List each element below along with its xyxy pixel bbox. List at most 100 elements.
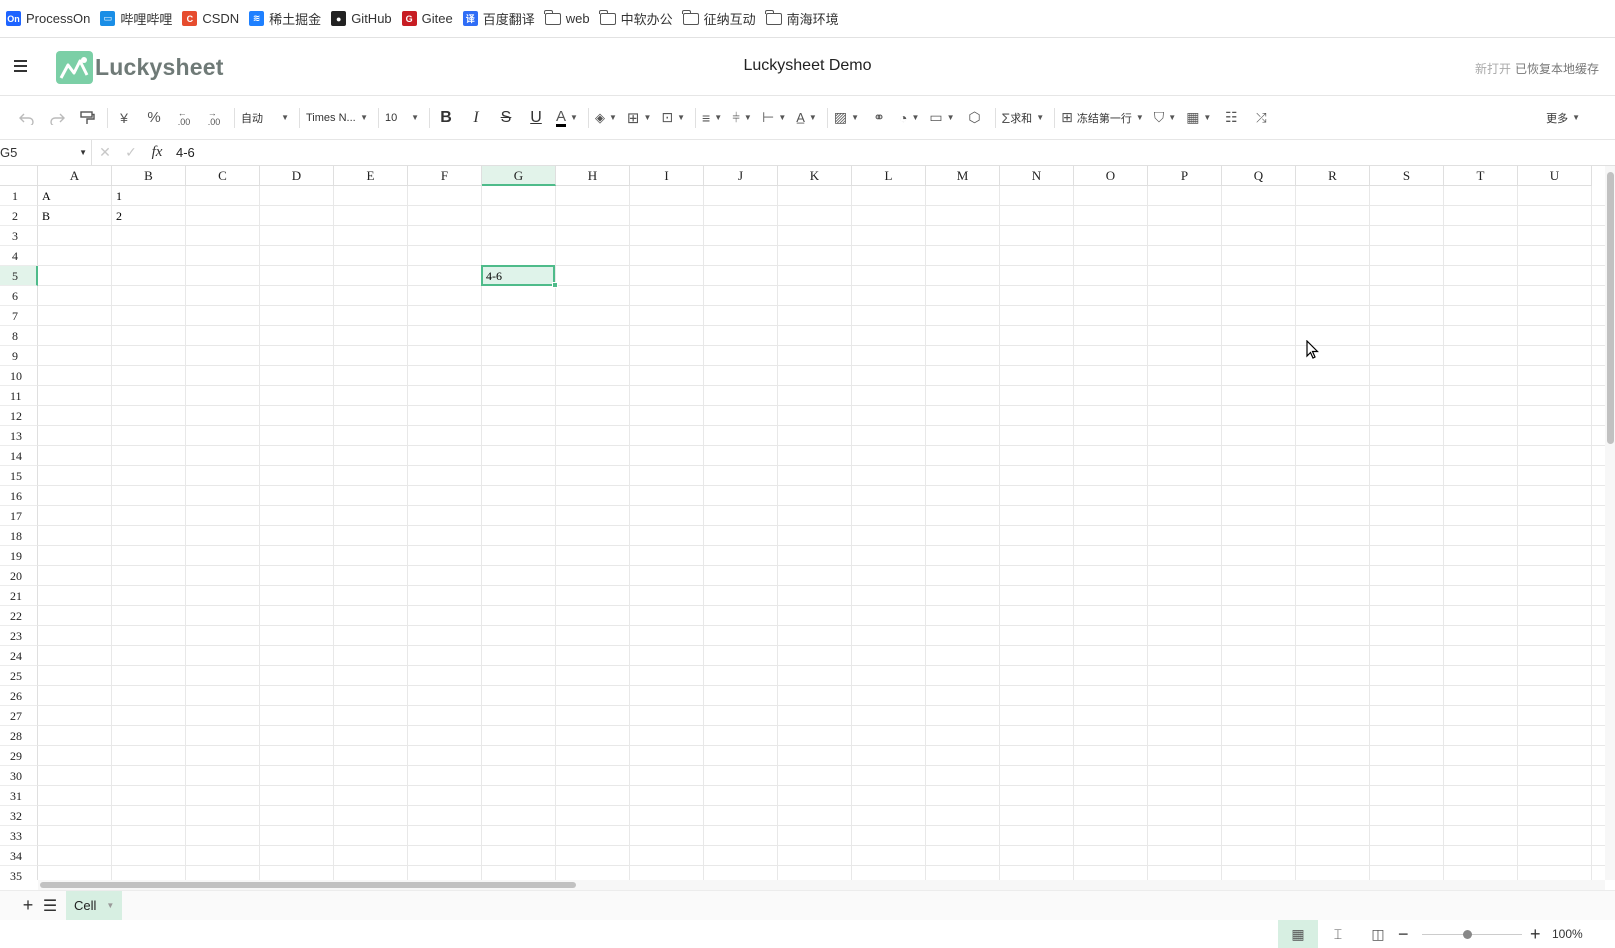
row-header-33[interactable]: 33 [0, 826, 38, 846]
row-header-31[interactable]: 31 [0, 786, 38, 806]
column-header-I[interactable]: I [630, 166, 704, 186]
row-header-19[interactable]: 19 [0, 546, 38, 566]
row-header-30[interactable]: 30 [0, 766, 38, 786]
column-header-S[interactable]: S [1370, 166, 1444, 186]
sum-button[interactable]: Σ 求和 ▼ [999, 104, 1048, 132]
cell-A2[interactable]: B [38, 206, 112, 226]
row-header-23[interactable]: 23 [0, 626, 38, 646]
currency-format-button[interactable]: ¥ [111, 104, 137, 132]
row-header-11[interactable]: 11 [0, 386, 38, 406]
decrease-decimal-button[interactable]: ← .00 [171, 104, 197, 132]
cell-G5[interactable]: 4-6 [482, 266, 556, 286]
number-format-dropdown[interactable]: 自动 ▼ [238, 104, 292, 132]
row-header-8[interactable]: 8 [0, 326, 38, 346]
document-title[interactable]: Luckysheet Demo [0, 57, 1615, 75]
column-header-J[interactable]: J [704, 166, 778, 186]
sheet-list-button[interactable]: ☰ [40, 896, 60, 916]
add-sheet-button[interactable]: + [18, 895, 38, 916]
bookmark-0[interactable]: On ProcessOn [4, 0, 98, 38]
column-header-P[interactable]: P [1148, 166, 1222, 186]
column-header-A[interactable]: A [38, 166, 112, 186]
row-header-18[interactable]: 18 [0, 526, 38, 546]
column-header-E[interactable]: E [334, 166, 408, 186]
vertical-scroll-thumb[interactable] [1607, 172, 1614, 444]
row-header-12[interactable]: 12 [0, 406, 38, 426]
spreadsheet-grid[interactable]: ABCDEFGHIJKLMNOPQRSTU 1 2 3 4 5 6 7 8 9 10 11 12 13 1… [0, 166, 1605, 880]
more-button[interactable]: 更多 ▼ [1543, 104, 1583, 132]
normal-view-button[interactable]: ▦ [1278, 920, 1318, 948]
row-header-32[interactable]: 32 [0, 806, 38, 826]
row-header-9[interactable]: 9 [0, 346, 38, 366]
row-header-29[interactable]: 29 [0, 746, 38, 766]
row-header-2[interactable]: 2 [0, 206, 38, 226]
vertical-align-button[interactable]: ⫩ ▼ [729, 104, 755, 132]
insert-link-button[interactable]: ⚭ [866, 104, 892, 132]
cell-A1[interactable]: A [38, 186, 112, 206]
freeze-button[interactable]: ⊞ 冻结第一行 ▼ [1058, 104, 1147, 132]
row-header-16[interactable]: 16 [0, 486, 38, 506]
column-header-F[interactable]: F [408, 166, 482, 186]
font-family-dropdown[interactable]: Times N... ▼ [303, 104, 371, 132]
row-header-1[interactable]: 1 [0, 186, 38, 206]
column-header-N[interactable]: N [1000, 166, 1074, 186]
zoom-in-button[interactable]: + [1530, 924, 1541, 945]
merge-cells-button[interactable]: ⊡ ▼ [658, 104, 688, 132]
name-box[interactable]: G5 ▼ [0, 139, 92, 166]
fx-icon[interactable]: fx [144, 144, 170, 161]
column-header-T[interactable]: T [1444, 166, 1518, 186]
cell-B1[interactable]: 1 [112, 186, 186, 206]
conditional-format-button[interactable]: ▦ ▼ [1183, 104, 1214, 132]
bookmark-2[interactable]: C CSDN [180, 0, 247, 38]
zoom-out-button[interactable]: − [1398, 924, 1409, 945]
confirm-formula-icon[interactable]: ✓ [118, 144, 144, 161]
bookmark-7[interactable]: web [543, 0, 598, 38]
bookmark-10[interactable]: 南海环境 [764, 0, 847, 38]
italic-button[interactable]: I [463, 104, 489, 132]
row-header-20[interactable]: 20 [0, 566, 38, 586]
row-header-35[interactable]: 35 [0, 866, 38, 880]
select-all-corner[interactable] [0, 166, 38, 186]
bookmark-1[interactable]: ▭ 哔哩哔哩 [98, 0, 180, 38]
increase-decimal-button[interactable]: → .00 [201, 104, 227, 132]
filter-button[interactable]: ⛉ ▼ [1151, 104, 1179, 132]
column-header-M[interactable]: M [926, 166, 1000, 186]
bookmark-6[interactable]: 译百度翻译 [461, 0, 543, 38]
column-header-R[interactable]: R [1296, 166, 1370, 186]
insert-chart-button[interactable]: ◔ ▼ [896, 104, 922, 132]
row-header-14[interactable]: 14 [0, 446, 38, 466]
page-break-view-button[interactable]: ◫ [1358, 920, 1398, 948]
column-header-U[interactable]: U [1518, 166, 1592, 186]
horizontal-align-button[interactable]: ≡ ▼ [699, 104, 725, 132]
bookmark-3[interactable]: ≋ 稀土掘金 [247, 0, 329, 38]
insert-image-button[interactable]: ▨ ▼ [831, 104, 862, 132]
data-verification-button[interactable]: ☷ [1218, 104, 1244, 132]
bold-button[interactable]: B [433, 104, 459, 132]
font-size-dropdown[interactable]: 10 ▼ [382, 104, 422, 132]
column-header-L[interactable]: L [852, 166, 926, 186]
column-header-O[interactable]: O [1074, 166, 1148, 186]
row-header-24[interactable]: 24 [0, 646, 38, 666]
formula-input[interactable]: 4-6 [176, 145, 195, 160]
text-wrap-button[interactable]: ⊢ ▼ [759, 104, 789, 132]
row-header-28[interactable]: 28 [0, 726, 38, 746]
column-header-B[interactable]: B [112, 166, 186, 186]
comment-button[interactable]: ▭ ▼ [926, 104, 957, 132]
text-color-button[interactable]: A ▼ [553, 104, 581, 132]
horizontal-scroll-thumb[interactable] [40, 882, 576, 888]
row-header-13[interactable]: 13 [0, 426, 38, 446]
row-header-22[interactable]: 22 [0, 606, 38, 626]
row-header-6[interactable]: 6 [0, 286, 38, 306]
bookmark-4[interactable]: ● GitHub [329, 0, 399, 38]
strikethrough-button[interactable]: S [493, 104, 519, 132]
column-header-C[interactable]: C [186, 166, 260, 186]
percent-format-button[interactable]: % [141, 104, 167, 132]
column-header-K[interactable]: K [778, 166, 852, 186]
row-header-34[interactable]: 34 [0, 846, 38, 866]
column-header-D[interactable]: D [260, 166, 334, 186]
column-header-H[interactable]: H [556, 166, 630, 186]
row-header-15[interactable]: 15 [0, 466, 38, 486]
row-header-26[interactable]: 26 [0, 686, 38, 706]
bookmark-8[interactable]: 中软办公 [598, 0, 681, 38]
cancel-formula-icon[interactable]: ✕ [92, 144, 118, 161]
sheet-tab-cell[interactable]: Cell ▼ [66, 890, 123, 921]
